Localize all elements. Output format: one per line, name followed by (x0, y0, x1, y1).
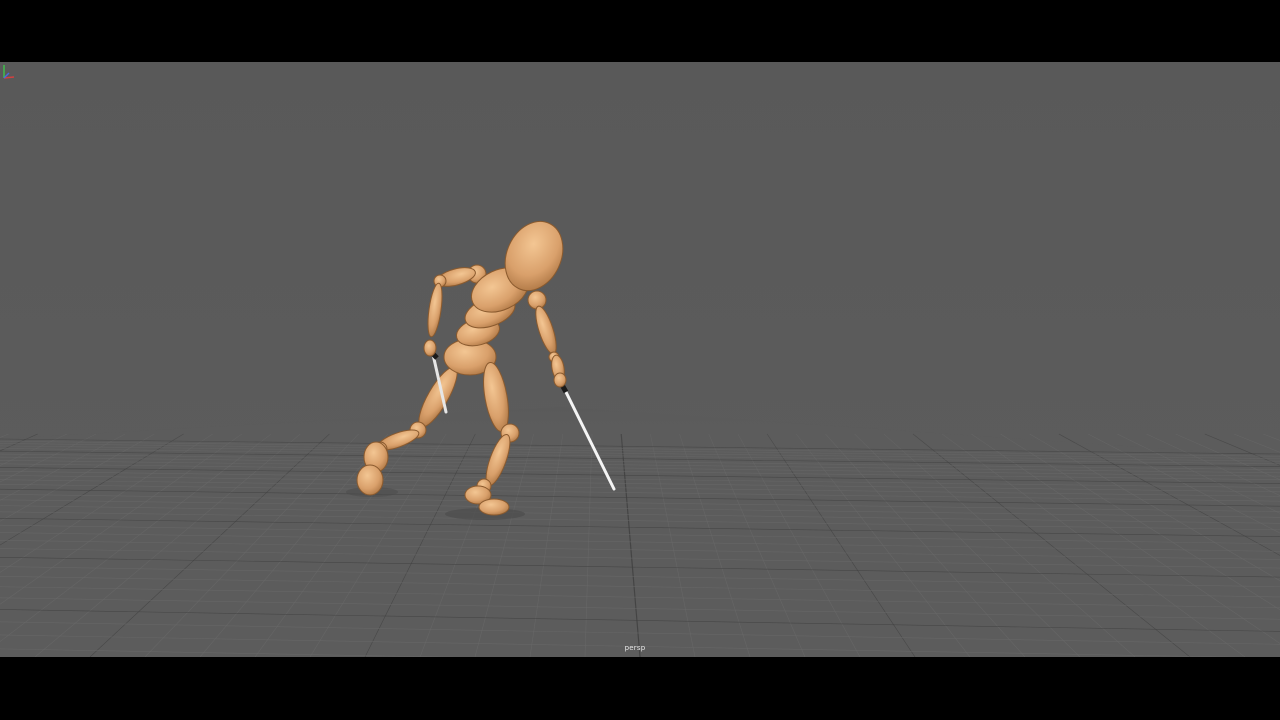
foot-back-toe (356, 464, 384, 496)
foot-front-toe (478, 498, 510, 516)
letterbox-top (0, 0, 1280, 62)
letterbox-bottom (0, 657, 1280, 720)
perspective-viewport[interactable]: persp (0, 62, 1280, 657)
shoulder-right (527, 290, 547, 310)
video-frame: persp (0, 0, 1280, 720)
hand-right (553, 372, 567, 388)
hand-left (423, 339, 437, 357)
viewport-scene (0, 62, 1280, 657)
axis-gizmo (3, 65, 15, 79)
camera-name-label: persp (624, 644, 646, 652)
